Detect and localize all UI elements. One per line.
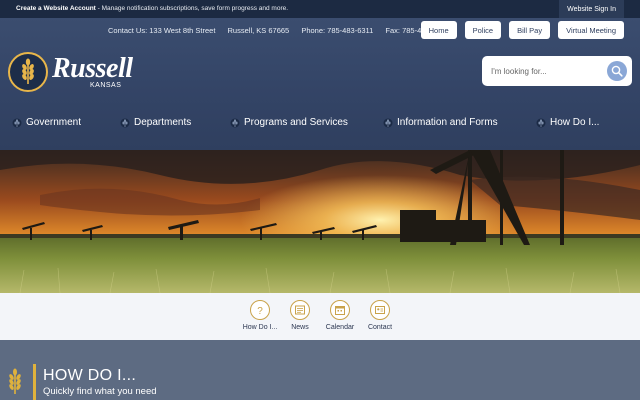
search-icon bbox=[611, 65, 623, 77]
police-button[interactable]: Police bbox=[464, 21, 502, 39]
nav-label: Departments bbox=[134, 117, 192, 128]
site-header: Contact Us: 133 West 8th Street Russell,… bbox=[0, 18, 640, 150]
create-account-link[interactable]: Create a Website Account bbox=[16, 5, 96, 12]
section-title: HOW DO I... bbox=[43, 367, 137, 384]
nav-label: How Do I... bbox=[550, 117, 600, 128]
quick-link-label: How Do I... bbox=[242, 324, 278, 331]
contact-address: Contact Us: 133 West 8th Street bbox=[108, 26, 216, 35]
notification-bar: Create a Website Account - Manage notifi… bbox=[0, 0, 640, 18]
section-subtitle: Quickly find what you need bbox=[43, 386, 157, 397]
how-do-i-section: HOW DO I... Quickly find what you need bbox=[0, 340, 640, 400]
quick-link-label: News bbox=[291, 324, 309, 331]
nav-item-departments[interactable]: Departments bbox=[120, 117, 191, 128]
nav-label: Information and Forms bbox=[397, 117, 498, 128]
wheat-icon bbox=[120, 118, 130, 128]
wheat-seal-icon bbox=[8, 52, 48, 92]
quick-link-news[interactable]: News bbox=[280, 300, 320, 331]
contact-city: Russell, KS 67665 bbox=[227, 26, 290, 35]
quick-link-how-do-i[interactable]: ? How Do I... bbox=[240, 300, 280, 331]
nav-label: Programs and Services bbox=[244, 117, 348, 128]
quick-link-calendar[interactable]: Calendar bbox=[320, 300, 360, 331]
quick-link-label: Calendar bbox=[325, 324, 355, 331]
wheat-icon bbox=[12, 118, 22, 128]
contact-info: Contact Us: 133 West 8th Street Russell,… bbox=[108, 26, 459, 35]
search-button[interactable] bbox=[607, 61, 627, 81]
wheat-icon bbox=[536, 118, 546, 128]
wheat-icon bbox=[383, 118, 393, 128]
create-account-message[interactable]: Create a Website Account - Manage notifi… bbox=[16, 5, 288, 12]
quick-link-contact[interactable]: Contact bbox=[360, 300, 400, 331]
virtual-meeting-button[interactable]: Virtual Meeting bbox=[558, 21, 624, 39]
nav-item-programs-services[interactable]: Programs and Services bbox=[230, 117, 348, 128]
contact-card-icon bbox=[370, 300, 390, 320]
logo-state: KANSAS bbox=[90, 82, 122, 89]
nav-item-government[interactable]: Government bbox=[12, 117, 81, 128]
newspaper-icon bbox=[290, 300, 310, 320]
wheat-icon bbox=[9, 368, 21, 394]
logo-wordmark: Russell bbox=[52, 53, 133, 84]
contact-phone[interactable]: Phone: 785-483-6311 bbox=[301, 26, 373, 35]
question-icon: ? bbox=[250, 300, 270, 320]
home-button[interactable]: Home bbox=[420, 21, 457, 39]
nav-item-how-do-i[interactable]: How Do I... bbox=[536, 117, 599, 128]
quick-links-bar: ? How Do I... News Calendar Contact bbox=[0, 293, 640, 340]
wheat-icon bbox=[230, 118, 240, 128]
nav-item-information-forms[interactable]: Information and Forms bbox=[383, 117, 498, 128]
nav-label: Government bbox=[26, 117, 82, 128]
search-input[interactable] bbox=[491, 63, 601, 79]
calendar-icon bbox=[330, 300, 350, 320]
create-account-description: - Manage notification subscriptions, sav… bbox=[95, 5, 289, 12]
svg-text:?: ? bbox=[257, 306, 263, 316]
quick-buttons: Home Police Bill Pay Virtual Meeting bbox=[420, 21, 624, 39]
site-logo[interactable]: Russell KANSAS bbox=[8, 52, 138, 96]
main-navigation: Government Departments Programs and Serv… bbox=[0, 117, 640, 133]
section-accent-bar bbox=[33, 364, 36, 400]
quick-link-label: Contact bbox=[367, 324, 393, 331]
bill-pay-button[interactable]: Bill Pay bbox=[509, 21, 551, 39]
hero-banner-image bbox=[0, 150, 640, 293]
site-search bbox=[482, 56, 632, 86]
website-sign-in-button[interactable]: Website Sign In bbox=[559, 0, 624, 18]
